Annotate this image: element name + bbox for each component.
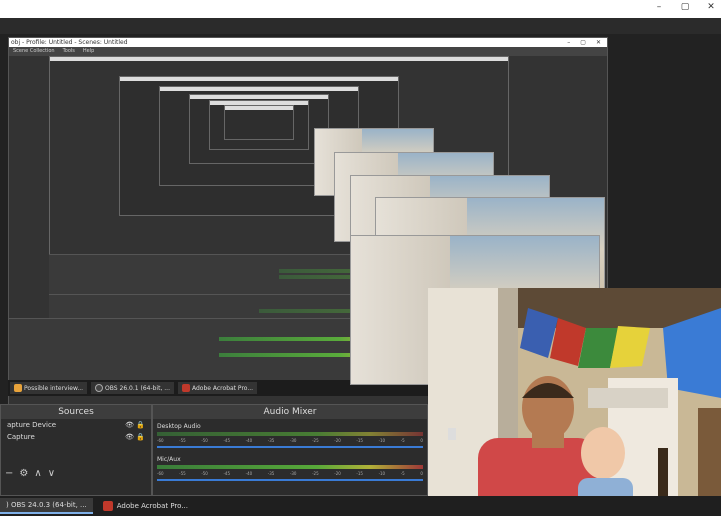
- audio-mixer-title: Audio Mixer: [153, 405, 427, 419]
- sources-title: Sources: [1, 405, 151, 419]
- meter-ticks: -60 -55 -50 -45 -40 -35 -30 -25 -20 -15 -10 -5 0: [157, 471, 423, 477]
- maximize-icon[interactable]: ▢: [679, 2, 691, 12]
- move-down-button[interactable]: ∨: [48, 468, 55, 479]
- meter-tick-label: -15: [356, 471, 363, 476]
- window-controls: – ▢ ✕: [653, 2, 717, 12]
- nested-maximize-icon[interactable]: ▢: [580, 38, 586, 47]
- toolbar-strip: [0, 18, 721, 34]
- nested-obs-menu: Scene Collection Tools Help: [9, 47, 607, 56]
- meter-tick-label: -20: [334, 438, 341, 443]
- mixer-channel-mic: Mic/Aux: [157, 456, 181, 463]
- meter-tick-label: -50: [201, 471, 208, 476]
- meter-tick-label: -35: [267, 438, 275, 443]
- source-item[interactable]: Capture 👁 🔒: [1, 431, 151, 443]
- nested-taskbar-item-obs[interactable]: OBS 26.0.1 (64-bit, ...: [91, 382, 174, 394]
- nested-frame-7: [224, 105, 294, 140]
- taskbar-item-acrobat[interactable]: Adobe Acrobat Pro...: [97, 498, 194, 514]
- meter-tick-label: -20: [334, 471, 341, 476]
- meter-ticks: -60 -55 -50 -45 -40 -35 -30 -25 -20 -15 -10 -5 0: [157, 438, 423, 444]
- minimize-icon[interactable]: –: [653, 2, 665, 12]
- meter-tick-label: -10: [378, 471, 386, 476]
- sources-controls: − ⚙ ∧ ∨: [5, 468, 55, 479]
- camera-preview-main: [428, 288, 721, 516]
- sources-panel: Sources apture Device 👁 🔒 Capture 👁 🔒 − …: [0, 404, 152, 496]
- nested-minimize-icon[interactable]: –: [567, 38, 570, 47]
- obs-icon: [95, 384, 104, 392]
- meter-tick-label: -55: [179, 471, 186, 476]
- eye-icon[interactable]: 👁 🔒: [125, 433, 145, 441]
- nested-obs-title-bar: obj - Profile: Untitled - Scenes: Untitl…: [9, 38, 607, 47]
- meter-tick-label: -55: [179, 438, 186, 443]
- audio-mixer-panel: Audio Mixer Desktop Audio -60 -55 -50 -45 -4…: [152, 404, 428, 496]
- meter-tick-label: -45: [223, 471, 231, 476]
- menu-scene-collection[interactable]: Scene Collection: [13, 47, 55, 56]
- menu-tools[interactable]: Tools: [63, 47, 75, 56]
- volume-slider[interactable]: [157, 446, 423, 448]
- source-item[interactable]: apture Device 👁 🔒: [1, 419, 151, 431]
- meter-tick-label: -30: [289, 471, 297, 476]
- add-source-button[interactable]: −: [5, 468, 13, 479]
- camera-scene: [428, 288, 721, 516]
- meter-tick-label: 0: [420, 471, 423, 476]
- meter-tick-label: -5: [400, 438, 405, 443]
- taskbar-item-obs[interactable]: ) OBS 24.0.3 (64-bit, ...: [0, 498, 93, 514]
- close-icon[interactable]: ✕: [705, 2, 717, 12]
- nested-taskbar-item-browser[interactable]: Possible interview...: [10, 382, 88, 394]
- meter-tick-label: -35: [267, 471, 275, 476]
- meter-tick-label: -60: [157, 471, 164, 476]
- menu-help[interactable]: Help: [83, 47, 94, 56]
- nested-close-icon[interactable]: ✕: [596, 38, 601, 47]
- meter-tick-label: -60: [157, 438, 164, 443]
- acrobat-icon: [102, 501, 113, 511]
- volume-meter: [157, 465, 423, 469]
- move-up-button[interactable]: ∧: [34, 468, 41, 479]
- meter-tick-label: -5: [400, 471, 405, 476]
- meter-tick-label: 0: [420, 438, 423, 443]
- volume-meter: [157, 432, 423, 436]
- meter-tick-label: -40: [245, 438, 253, 443]
- meter-tick-label: -15: [356, 438, 363, 443]
- meter-tick-label: -50: [201, 438, 208, 443]
- acrobat-icon: [182, 384, 190, 392]
- nested-taskbar-item-acrobat[interactable]: Adobe Acrobat Pro...: [178, 382, 258, 394]
- settings-gear-icon[interactable]: ⚙: [19, 468, 28, 479]
- window-title-bar: – ▢ ✕: [0, 0, 721, 18]
- meter-tick-label: -10: [378, 438, 386, 443]
- meter-tick-label: -40: [245, 471, 253, 476]
- meter-tick-label: -25: [312, 438, 319, 443]
- meter-tick-label: -25: [312, 471, 319, 476]
- eye-icon[interactable]: 👁 🔒: [125, 421, 145, 429]
- taskbar: ) OBS 24.0.3 (64-bit, ... Adobe Acrobat …: [0, 496, 721, 516]
- browser-icon: [14, 384, 22, 392]
- meter-tick-label: -45: [223, 438, 231, 443]
- volume-slider[interactable]: [157, 479, 423, 481]
- mixer-channel-desktop: Desktop Audio: [157, 423, 201, 430]
- nested-obs-title: obj - Profile: Untitled - Scenes: Untitl…: [11, 39, 128, 46]
- meter-tick-label: -30: [289, 438, 297, 443]
